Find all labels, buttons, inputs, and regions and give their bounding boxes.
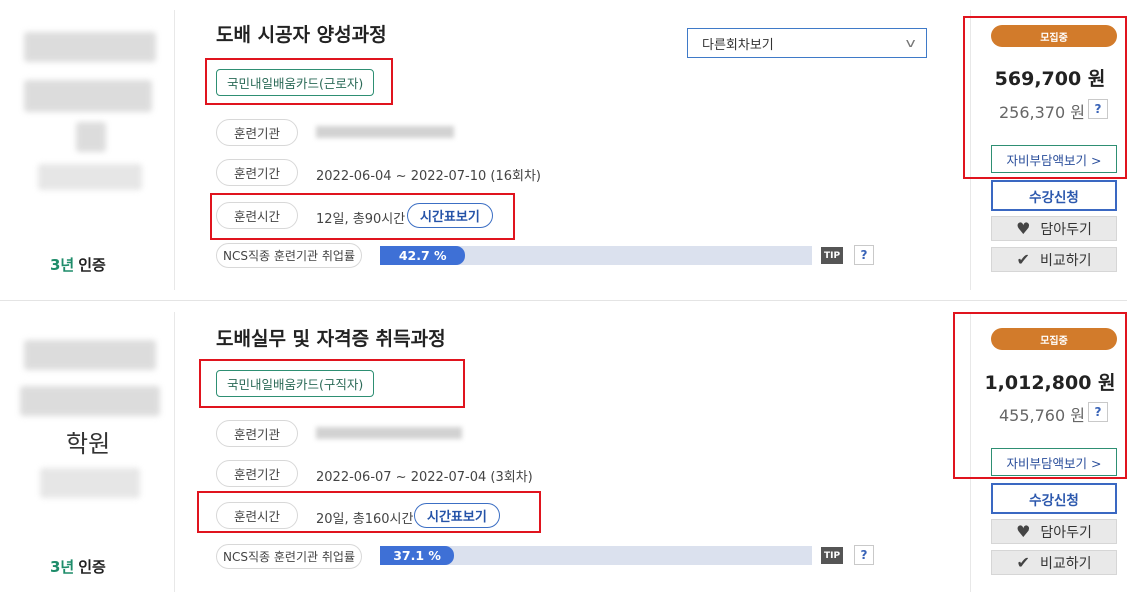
label-ncs: NCS직종 훈련기관 취업률	[216, 243, 362, 268]
self-pay-button[interactable]: 자비부담액보기 >	[991, 448, 1117, 476]
label-org: 훈련기관	[216, 420, 298, 447]
status-badge: 모집중	[991, 25, 1117, 47]
certification-badge: 3년 인증	[50, 556, 106, 577]
tip-badge[interactable]: TIP	[821, 547, 843, 564]
help-button[interactable]: ?	[1088, 402, 1108, 422]
card-divider	[0, 300, 1127, 301]
select-value: 다른회차보기	[702, 37, 774, 53]
self-pay-price: 256,370 원	[999, 103, 1085, 122]
training-period: 2022-06-07 ~ 2022-07-04 (3회차)	[316, 470, 533, 485]
blurred-org-name	[316, 126, 454, 138]
label-period: 훈련기간	[216, 159, 298, 186]
cert-years: 3년	[50, 558, 75, 576]
self-pay-price: 455,760 원	[999, 406, 1085, 425]
apply-button[interactable]: 수강신청	[991, 483, 1117, 514]
employment-rate-text: 42.7 %	[398, 248, 447, 263]
heart-icon: ♥	[1016, 219, 1031, 238]
institution-logo[interactable]	[14, 14, 164, 264]
course-card: 학원 3년 인증 도배실무 및 자격증 취득과정 국민내일배움카드(구직자) 훈…	[0, 302, 1127, 599]
employment-rate-text: 37.1 %	[393, 548, 441, 563]
blurred-institution-name	[40, 468, 140, 498]
employment-rate-fill: 37.1 %	[380, 546, 455, 565]
label-period: 훈련기간	[216, 460, 298, 487]
blurred-institution-name	[38, 164, 142, 190]
blurred-institution-name	[24, 80, 152, 112]
employment-rate-fill: 42.7 %	[380, 246, 466, 265]
blurred-institution-name	[24, 32, 156, 62]
certification-badge: 3년 인증	[50, 254, 106, 275]
column-divider	[174, 312, 175, 592]
institution-logo[interactable]: 학원	[14, 316, 164, 566]
check-icon: ✔	[1016, 553, 1030, 572]
wishlist-button[interactable]: ♥ 담아두기	[991, 216, 1117, 241]
employment-rate-bar: 37.1 %	[380, 546, 812, 565]
help-button[interactable]: ?	[854, 245, 874, 265]
time-table-button[interactable]: 시간표보기	[407, 203, 493, 228]
apply-button[interactable]: 수강신청	[991, 180, 1117, 211]
training-hours: 12일, 총90시간	[316, 212, 406, 227]
blurred-institution-name	[20, 386, 160, 416]
column-divider	[174, 10, 175, 290]
label-hours: 훈련시간	[216, 502, 298, 529]
blurred-org-name	[316, 427, 462, 439]
blurred-institution-name	[24, 340, 156, 370]
training-period: 2022-06-04 ~ 2022-07-10 (16회차)	[316, 169, 541, 184]
label-org: 훈련기관	[216, 119, 298, 146]
course-title[interactable]: 도배실무 및 자격증 취득과정	[216, 324, 446, 351]
compare-button[interactable]: ✔ 비교하기	[991, 247, 1117, 272]
institution-name-text: 학원	[66, 430, 111, 458]
blurred-institution-name	[76, 122, 106, 152]
cert-label: 인증	[78, 558, 106, 576]
wishlist-button[interactable]: ♥ 담아두기	[991, 519, 1117, 544]
training-hours: 20일, 총160시간	[316, 512, 414, 527]
help-button[interactable]: ?	[854, 545, 874, 565]
time-table-button[interactable]: 시간표보기	[414, 503, 500, 528]
course-title[interactable]: 도배 시공자 양성과정	[216, 20, 387, 47]
funding-badge: 국민내일배움카드(근로자)	[216, 69, 375, 96]
cert-years: 3년	[50, 256, 75, 274]
course-price: 1,012,800 원	[984, 372, 1116, 394]
help-button[interactable]: ?	[1088, 99, 1108, 119]
self-pay-button[interactable]: 자비부담액보기 >	[991, 145, 1117, 173]
compare-label: 비교하기	[1039, 252, 1092, 269]
course-card: 3년 인증 도배 시공자 양성과정 다른회차보기 v 국민내일배움카드(근로자)…	[0, 0, 1127, 300]
check-icon: ✔	[1016, 250, 1030, 269]
wishlist-label: 담아두기	[1040, 524, 1092, 541]
cert-label: 인증	[78, 256, 106, 274]
label-hours: 훈련시간	[216, 202, 298, 229]
employment-rate-bar: 42.7 %	[380, 246, 812, 265]
status-badge: 모집중	[991, 328, 1117, 350]
wishlist-label: 담아두기	[1040, 221, 1092, 238]
heart-icon: ♥	[1016, 522, 1031, 541]
other-rounds-select[interactable]: 다른회차보기 v	[687, 28, 927, 58]
chevron-down-icon: v	[905, 36, 916, 50]
compare-label: 비교하기	[1039, 555, 1092, 572]
label-ncs: NCS직종 훈련기관 취업률	[216, 544, 362, 569]
compare-button[interactable]: ✔ 비교하기	[991, 550, 1117, 575]
tip-badge[interactable]: TIP	[821, 247, 843, 264]
course-price: 569,700 원	[994, 68, 1106, 90]
funding-badge: 국민내일배움카드(구직자)	[216, 370, 375, 397]
